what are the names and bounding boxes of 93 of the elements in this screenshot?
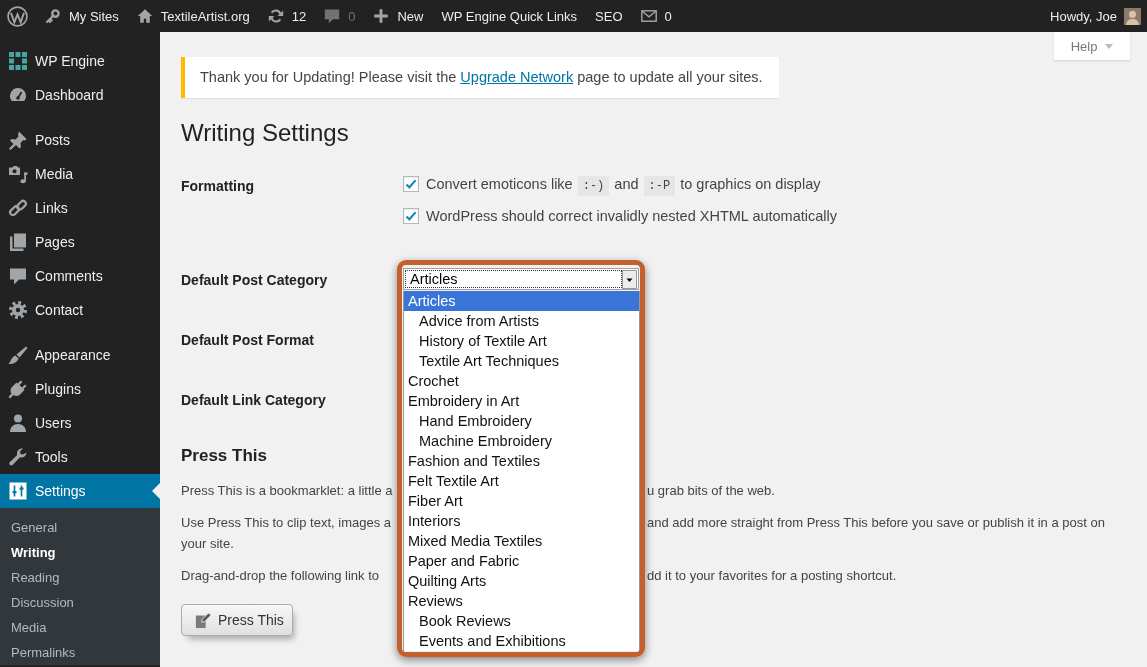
- dropdown-option[interactable]: Fiber Art: [404, 491, 639, 511]
- envelope-icon: [640, 8, 657, 24]
- dropdown-option[interactable]: Machine Embroidery: [404, 431, 639, 451]
- help-tab[interactable]: Help: [1054, 32, 1130, 60]
- admin-bar-link[interactable]: SEO: [586, 0, 632, 32]
- category-select[interactable]: Articles: [403, 268, 639, 290]
- paragraph-text: dd it to your favorites for a posting shortcut.: [647, 567, 898, 585]
- sidebar-menu-item[interactable]: Media: [0, 157, 160, 191]
- setting-label: Default Link Category: [181, 392, 326, 408]
- dropdown-option[interactable]: Crochet: [404, 371, 639, 391]
- checkmark-icon: [405, 211, 417, 221]
- setting-label: Default Post Category: [181, 272, 328, 288]
- sidebar-menu-item[interactable]: Users: [0, 406, 160, 440]
- submenu-item[interactable]: Reading: [0, 565, 160, 590]
- paragraph-text: your site.: [181, 535, 235, 553]
- sidebar-menu-item[interactable]: Settings: [0, 474, 160, 508]
- dropdown-option[interactable]: Mixed Media Textiles: [404, 531, 639, 551]
- dropdown-option[interactable]: Fashion and Textiles: [404, 451, 639, 471]
- dropdown-option[interactable]: Book Reviews: [404, 611, 639, 631]
- account-menu[interactable]: Howdy, Joe: [1041, 0, 1147, 32]
- plus-icon: [373, 8, 390, 24]
- camera-music-icon: [8, 164, 28, 184]
- sidebar-menu-item[interactable]: Posts: [0, 123, 160, 157]
- checkbox[interactable]: [403, 176, 419, 192]
- sidebar-menu-item[interactable]: Pages: [0, 225, 160, 259]
- admin-bar-link[interactable]: TextileArtist.org: [127, 0, 259, 32]
- sidebar-menu-item[interactable]: Plugins: [0, 372, 160, 406]
- setting-label: Formatting: [181, 178, 255, 194]
- grid-icon: [8, 51, 28, 71]
- paragraph-text: Drag-and-drop the following link to: [181, 567, 380, 585]
- link-icon: [8, 198, 28, 218]
- checkbox[interactable]: [403, 208, 419, 224]
- paragraph-text: Press This is a bookmarklet: a little a: [181, 482, 394, 500]
- avatar-icon: [1124, 7, 1141, 25]
- sidebar-menu-item[interactable]: Dashboard: [0, 78, 160, 112]
- home-icon: [136, 8, 153, 24]
- caret-icon: [1105, 43, 1114, 49]
- logo-icon[interactable]: [7, 5, 28, 27]
- key-icon: [45, 8, 61, 24]
- code-snippet: :-): [577, 175, 610, 196]
- sidebar-menu-item[interactable]: Links: [0, 191, 160, 225]
- dropdown-option[interactable]: Advice from Artists: [404, 311, 639, 331]
- admin-bar-link[interactable]: 12: [258, 0, 316, 32]
- admin-bar-link[interactable]: WP Engine Quick Links: [432, 0, 587, 32]
- dropdown-option[interactable]: Paper and Fabric: [404, 551, 639, 571]
- user-icon: [8, 413, 28, 433]
- submenu-item[interactable]: Writing: [0, 540, 160, 565]
- dropdown-option[interactable]: Hand Embroidery: [404, 411, 639, 431]
- comment-icon: [324, 8, 341, 24]
- dropdown-option[interactable]: History of Textile Art: [404, 331, 639, 351]
- pushpin-icon: [8, 130, 28, 150]
- sidebar-menu-item[interactable]: Tools: [0, 440, 160, 474]
- page-pencil-icon: [195, 611, 211, 629]
- dropdown-option[interactable]: Events and Exhibitions: [404, 631, 639, 651]
- paragraph-text: and add more straight from Press This before you save or publish it in a post on: [647, 514, 1106, 532]
- gear-icon: [8, 300, 28, 320]
- page-title: Writing Settings: [181, 118, 349, 148]
- dropdown-option[interactable]: Felt Textile Art: [404, 471, 639, 491]
- admin-bar-link[interactable]: New: [364, 0, 433, 32]
- sliders-icon: [8, 481, 28, 501]
- dropdown-option[interactable]: Articles: [404, 291, 639, 311]
- checkbox-label: WordPress should correct invalidly nested XHTML automatically: [426, 208, 837, 224]
- checkmark-icon: [405, 179, 417, 189]
- submenu-item[interactable]: Media: [0, 615, 160, 640]
- sidebar-menu-item[interactable]: Comments: [0, 259, 160, 293]
- dropdown-option[interactable]: Textile Art Techniques: [404, 351, 639, 371]
- dropdown-option[interactable]: Quilting Arts: [404, 571, 639, 591]
- code-snippet: :-P: [643, 175, 676, 196]
- submenu-item[interactable]: General: [0, 515, 160, 540]
- setting-label: Default Post Format: [181, 332, 314, 348]
- comment-icon: [8, 266, 28, 286]
- dropdown-option[interactable]: Interiors: [404, 511, 639, 531]
- submenu-item[interactable]: Discussion: [0, 590, 160, 615]
- press-this-button[interactable]: Press This: [181, 604, 293, 636]
- sidebar-menu-item[interactable]: Appearance: [0, 338, 160, 372]
- wrench-icon: [8, 447, 28, 467]
- admin-bar-link[interactable]: 0: [631, 0, 681, 32]
- paintbrush-icon: [8, 345, 28, 365]
- admin-bar-link[interactable]: My Sites: [36, 0, 128, 32]
- section-heading: Press This: [181, 445, 267, 467]
- paragraph-text: Use Press This to clip text, images a: [181, 514, 392, 532]
- notice-text: Thank you for Updating! Please visit the Upgrade Network page to update all your sites.: [200, 68, 763, 87]
- plug-icon: [8, 379, 28, 399]
- refresh-icon: [267, 8, 284, 24]
- upgrade-network-link[interactable]: Upgrade Network: [460, 69, 574, 85]
- submenu-item[interactable]: Permalinks: [0, 640, 160, 665]
- checkbox-label: Convert emoticons like :-) and :-P to graphics on display: [426, 175, 821, 193]
- sidebar-menu-item[interactable]: Contact: [0, 293, 160, 327]
- pages-icon: [8, 232, 28, 252]
- paragraph-text: u grab bits of the web.: [647, 482, 776, 500]
- sidebar-menu-item[interactable]: WP Engine: [0, 44, 160, 78]
- dropdown-option[interactable]: Reviews: [404, 591, 639, 611]
- dropdown-option[interactable]: Embroidery in Art: [404, 391, 639, 411]
